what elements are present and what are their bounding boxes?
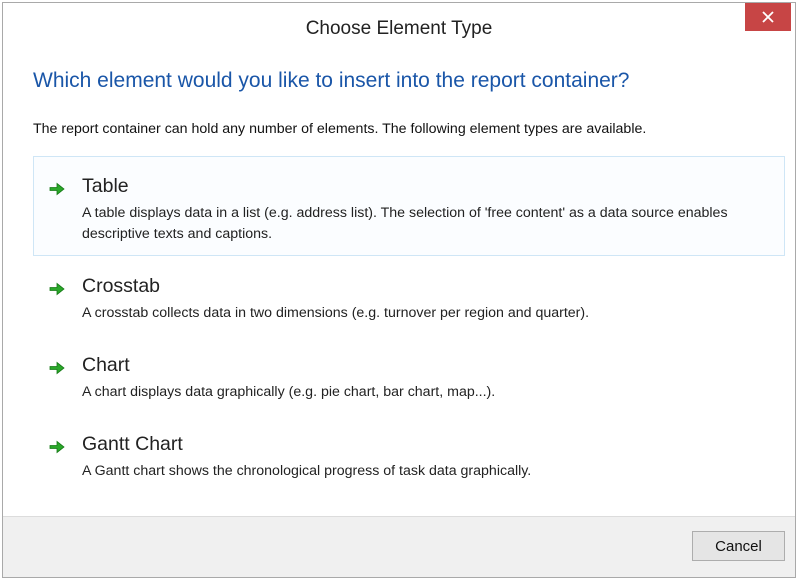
option-description: A crosstab collects data in two dimensio…	[82, 305, 590, 321]
option-chart[interactable]: Chart A chart displays data graphically …	[33, 335, 785, 414]
option-description: A Gantt chart shows the chronological pr…	[82, 463, 532, 479]
option-title: Crosstab	[82, 275, 161, 297]
green-arrow-icon	[49, 182, 65, 196]
green-arrow-icon	[49, 440, 65, 454]
dialog-footer: Cancel	[3, 516, 795, 577]
option-title: Gantt Chart	[82, 433, 183, 455]
option-gantt-chart[interactable]: Gantt Chart A Gantt chart shows the chro…	[33, 414, 785, 493]
window-title: Choose Element Type	[305, 18, 493, 39]
option-table[interactable]: Table A table displays data in a list (e…	[33, 156, 785, 256]
option-description: A table displays data in a list (e.g. ad…	[82, 205, 728, 242]
close-button[interactable]	[745, 3, 791, 31]
option-description: A chart displays data graphically (e.g. …	[82, 384, 496, 400]
close-icon	[762, 11, 774, 23]
option-title: Chart	[82, 354, 130, 376]
cancel-button[interactable]: Cancel	[692, 531, 785, 561]
option-crosstab[interactable]: Crosstab A crosstab collects data in two…	[33, 256, 785, 335]
title-bar: Choose Element Type	[3, 3, 795, 48]
green-arrow-icon	[49, 282, 65, 296]
element-type-list: Table A table displays data in a list (e…	[33, 156, 785, 493]
choose-element-type-dialog: Choose Element Type Which element would …	[2, 2, 796, 578]
instruction-description: The report container can hold any number…	[33, 121, 647, 137]
option-title: Table	[82, 175, 129, 197]
instruction-heading: Which element would you like to insert i…	[33, 69, 630, 92]
dialog-content: Which element would you like to insert i…	[3, 47, 795, 517]
green-arrow-icon	[49, 361, 65, 375]
